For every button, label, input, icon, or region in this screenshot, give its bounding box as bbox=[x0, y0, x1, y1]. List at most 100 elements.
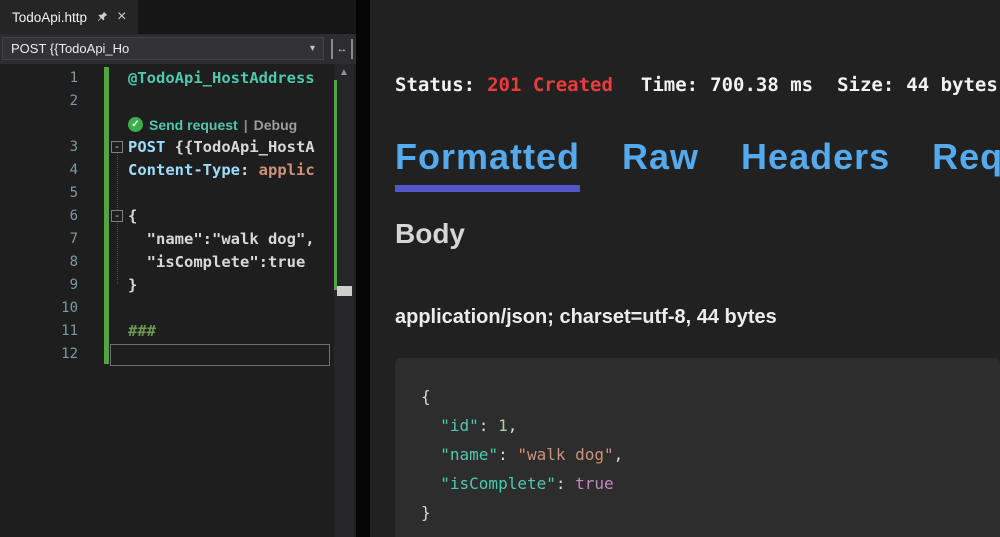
split-icon: ↔ bbox=[337, 43, 348, 55]
line-text: } bbox=[128, 274, 137, 297]
response-json-lines: { "id": 1, "name": "walk dog", "isComple… bbox=[421, 382, 1000, 527]
line-text: "name":"walk dog", bbox=[128, 228, 315, 251]
code-token bbox=[421, 474, 440, 493]
status-label: Status: bbox=[395, 74, 475, 96]
code-token: } bbox=[128, 276, 137, 294]
content-type-line: application/json; charset=utf-8, 44 byte… bbox=[395, 306, 777, 329]
fold-collapse-icon[interactable]: - bbox=[111, 210, 123, 222]
editor-line[interactable]: 1 @TodoApi_HostAddress bbox=[0, 67, 356, 90]
response-body-json: { "id": 1, "name": "walk dog", "isComple… bbox=[395, 358, 1000, 537]
editor-lines: 1 @TodoApi_HostAddress 2 ✓ Send request | Debu… bbox=[0, 67, 356, 366]
code-token: Content-Type bbox=[128, 161, 240, 179]
body-heading: Body bbox=[395, 218, 465, 250]
code-token: , bbox=[614, 445, 624, 464]
editor-line[interactable]: 11 ### bbox=[0, 320, 356, 343]
file-tab-title: TodoApi.http bbox=[12, 10, 87, 25]
editor-line[interactable]: 3 -POST {{TodoApi_HostA bbox=[0, 136, 356, 159]
code-token: "name" bbox=[440, 445, 498, 464]
code-token: {{TodoApi_HostA bbox=[165, 138, 314, 156]
editor-line[interactable]: 7 "name":"walk dog", bbox=[0, 228, 356, 251]
size-label: Size: bbox=[837, 74, 894, 96]
send-request-check-icon: ✓ bbox=[128, 117, 143, 132]
line-number: 10 bbox=[0, 297, 78, 320]
code-token bbox=[421, 445, 440, 464]
tab-request[interactable]: Req bbox=[932, 136, 1000, 178]
line-number: 8 bbox=[0, 251, 78, 274]
scrollbar-thumb[interactable] bbox=[337, 286, 352, 296]
code-token: applic bbox=[259, 161, 315, 179]
editor-line[interactable]: 4Content-Type: applic bbox=[0, 159, 356, 182]
close-icon[interactable]: × bbox=[117, 9, 126, 25]
code-token: true bbox=[575, 474, 614, 493]
code-token: "isComplete" bbox=[440, 474, 556, 493]
code-token bbox=[421, 416, 440, 435]
modified-lines-bar bbox=[104, 67, 109, 364]
file-tab-todoapi-http[interactable]: TodoApi.http × bbox=[0, 0, 138, 34]
tab-raw[interactable]: Raw bbox=[622, 136, 699, 178]
time-value: 700.38 ms bbox=[710, 74, 813, 96]
line-number: 5 bbox=[0, 182, 78, 205]
editor-line[interactable]: 5 bbox=[0, 182, 356, 205]
document-tabstrip: TodoApi.http × bbox=[0, 0, 356, 34]
line-text: { bbox=[128, 205, 137, 228]
code-token: : bbox=[556, 474, 575, 493]
codelens-separator: | bbox=[244, 117, 248, 133]
fold-collapse-icon[interactable]: - bbox=[111, 141, 123, 153]
tab-formatted[interactable]: Formatted bbox=[395, 136, 580, 192]
code-token: "name":"walk dog", bbox=[128, 230, 315, 248]
size-value: 44 bytes bbox=[906, 74, 998, 96]
editor-toolbar: POST {{TodoApi_Ho ▾ ↔ bbox=[0, 34, 356, 64]
status-value: 201 Created bbox=[487, 74, 613, 96]
pin-icon[interactable] bbox=[96, 11, 108, 23]
editor-line[interactable]: 12 bbox=[0, 343, 356, 366]
pane-divider[interactable] bbox=[356, 0, 370, 537]
response-pane: Status: 201 Created Time: 700.38 ms Size: 44 … bbox=[370, 0, 1000, 537]
code-token: @TodoApi_HostAddress bbox=[128, 69, 315, 87]
editor-line[interactable]: 9} bbox=[0, 274, 356, 297]
scrollbar-change-marks bbox=[334, 80, 337, 290]
line-text: ### bbox=[128, 320, 156, 343]
vs-window: TodoApi.http × POST {{TodoApi_Ho ▾ ↔ 1 @T… bbox=[0, 0, 1000, 537]
code-token: { bbox=[128, 207, 137, 225]
line-number: 9 bbox=[0, 274, 78, 297]
scrollbar-up-arrow[interactable]: ▲ bbox=[334, 67, 354, 78]
code-token: : bbox=[498, 445, 517, 464]
code-token: "isComplete":true bbox=[128, 253, 305, 271]
tab-headers[interactable]: Headers bbox=[741, 136, 890, 178]
json-line: "id": 1, bbox=[421, 411, 1000, 440]
code-token: "walk dog" bbox=[517, 445, 613, 464]
line-text: Content-Type: applic bbox=[128, 159, 315, 182]
json-line: "name": "walk dog", bbox=[421, 440, 1000, 469]
code-token: : bbox=[240, 161, 259, 179]
chevron-down-icon: ▾ bbox=[310, 43, 315, 54]
send-request-link[interactable]: Send request bbox=[149, 117, 238, 133]
code-token: POST bbox=[128, 138, 165, 156]
codelens-row[interactable]: ✓ Send request | Debug bbox=[0, 113, 356, 136]
code-token: { bbox=[421, 387, 431, 406]
time-label: Time: bbox=[641, 74, 698, 96]
line-number: 1 bbox=[0, 67, 78, 90]
request-selector[interactable]: POST {{TodoApi_Ho ▾ bbox=[2, 37, 324, 60]
editor-pane: TodoApi.http × POST {{TodoApi_Ho ▾ ↔ 1 @T… bbox=[0, 0, 356, 537]
json-line: { bbox=[421, 382, 1000, 411]
code-token: , bbox=[508, 416, 518, 435]
line-number: 11 bbox=[0, 320, 78, 343]
json-line: "isComplete": true bbox=[421, 469, 1000, 498]
code-token: } bbox=[421, 503, 431, 522]
editor-line[interactable]: 10 bbox=[0, 297, 356, 320]
code-token: 1 bbox=[498, 416, 508, 435]
response-status-row: Status: 201 Created Time: 700.38 ms Size: 44 … bbox=[395, 74, 998, 96]
line-number: 2 bbox=[0, 90, 78, 113]
code-editor[interactable]: 1 @TodoApi_HostAddress 2 ✓ Send request | Debu… bbox=[0, 64, 356, 537]
debug-link[interactable]: Debug bbox=[254, 117, 298, 133]
editor-line[interactable]: 6 -{ bbox=[0, 205, 356, 228]
line-number: 3 bbox=[0, 136, 78, 159]
split-editor-button[interactable]: ↔ bbox=[331, 39, 353, 59]
response-tabs: Formatted Raw Headers Req bbox=[395, 136, 1000, 192]
editor-scrollbar[interactable]: ▲ bbox=[334, 64, 354, 537]
editor-line[interactable]: 2 bbox=[0, 90, 356, 113]
editor-line[interactable]: 8 "isComplete":true bbox=[0, 251, 356, 274]
line-number: 12 bbox=[0, 343, 78, 366]
code-token: ### bbox=[128, 322, 156, 340]
line-number: 6 bbox=[0, 205, 78, 228]
